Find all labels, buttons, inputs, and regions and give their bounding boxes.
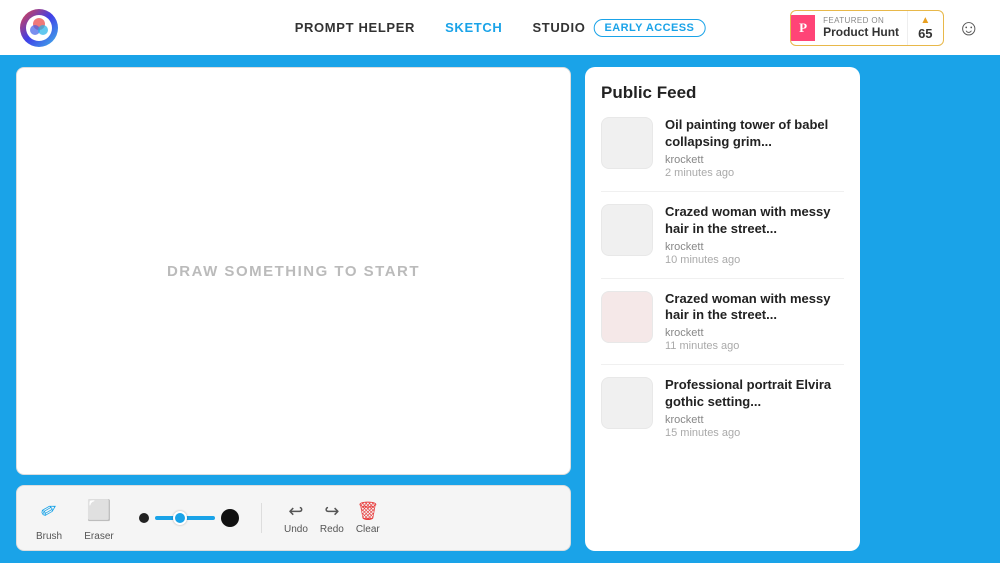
feed-divider-0 xyxy=(601,191,844,192)
feed-author-2: krockett xyxy=(665,327,844,339)
feed-thumb-1 xyxy=(601,204,653,256)
feed-time-3: 15 minutes ago xyxy=(665,427,844,439)
nav-prompt-helper[interactable]: PROMPT HELPER xyxy=(295,20,415,35)
feed-item-title-0: Oil painting tower of babel collapsing g… xyxy=(665,117,844,151)
brush-tool[interactable]: ✏ Brush xyxy=(33,494,65,542)
user-icon[interactable]: ☺ xyxy=(958,15,980,41)
feed-time-0: 2 minutes ago xyxy=(665,167,844,179)
eraser-icon: ⬜ xyxy=(87,498,112,523)
eraser-icon-wrap: ⬜ xyxy=(83,494,115,526)
drawing-canvas[interactable]: DRAW SOMETHING TO START xyxy=(16,67,571,475)
feed-item-title-1: Crazed woman with messy hair in the stre… xyxy=(665,204,844,238)
main-nav: PROMPT HELPER SKETCH STUDIO EARLY ACCESS xyxy=(295,19,706,37)
ph-arrow-icon: ▲ xyxy=(920,15,930,26)
toolbar-divider xyxy=(261,503,262,533)
ph-product-label: Product Hunt xyxy=(823,25,899,39)
redo-label: Redo xyxy=(320,524,344,535)
nav-sketch[interactable]: SKETCH xyxy=(445,20,502,35)
undo-label: Undo xyxy=(284,524,308,535)
size-large-dot xyxy=(221,509,239,527)
size-slider-track[interactable] xyxy=(155,516,215,520)
feed-time-1: 10 minutes ago xyxy=(665,254,844,266)
eraser-label: Eraser xyxy=(84,531,113,542)
feed-list: Oil painting tower of babel collapsing g… xyxy=(601,117,844,439)
feed-divider-2 xyxy=(601,364,844,365)
ph-logo: P xyxy=(791,15,815,41)
feed-item-title-3: Professional portrait Elvira gothic sett… xyxy=(665,377,844,411)
feed-author-1: krockett xyxy=(665,241,844,253)
feed-item-0[interactable]: Oil painting tower of babel collapsing g… xyxy=(601,117,844,179)
ph-p-letter: P xyxy=(799,20,807,36)
logo-icon xyxy=(20,9,58,47)
nav-studio[interactable]: STUDIO xyxy=(532,20,585,35)
left-panel: DRAW SOMETHING TO START ✏ Brush ⬜ Eraser xyxy=(16,67,571,551)
feed-info-1: Crazed woman with messy hair in the stre… xyxy=(665,204,844,266)
early-access-badge[interactable]: EARLY ACCESS xyxy=(593,19,705,37)
feed-thumb-0 xyxy=(601,117,653,169)
right-panel: Public Feed Oil painting tower of babel … xyxy=(585,67,860,551)
clear-button[interactable]: 🗑 Clear xyxy=(356,501,380,535)
feed-item-title-2: Crazed woman with messy hair in the stre… xyxy=(665,291,844,325)
feed-info-2: Crazed woman with messy hair in the stre… xyxy=(665,291,844,353)
nav-studio-group: STUDIO EARLY ACCESS xyxy=(532,19,705,37)
eraser-tool[interactable]: ⬜ Eraser xyxy=(83,494,115,542)
ph-text: FEATURED ON Product Hunt xyxy=(815,13,907,42)
ph-count-area: ▲ 65 xyxy=(907,11,942,45)
ph-vote-count: 65 xyxy=(918,26,932,41)
size-small-dot xyxy=(139,513,149,523)
feed-time-2: 11 minutes ago xyxy=(665,340,844,352)
undo-button[interactable]: ↩ Undo xyxy=(284,501,308,535)
public-feed-card: Public Feed Oil painting tower of babel … xyxy=(585,67,860,551)
undo-icon: ↩ xyxy=(288,501,303,522)
ph-featured-label: FEATURED ON xyxy=(823,16,884,25)
feed-item-3[interactable]: Professional portrait Elvira gothic sett… xyxy=(601,377,844,439)
redo-icon: ↪ xyxy=(324,501,339,522)
clear-label: Clear xyxy=(356,524,380,535)
main-content: DRAW SOMETHING TO START ✏ Brush ⬜ Eraser xyxy=(0,55,1000,563)
clear-icon: 🗑 xyxy=(356,501,379,522)
header: PROMPT HELPER SKETCH STUDIO EARLY ACCESS… xyxy=(0,0,1000,55)
logo-area[interactable] xyxy=(20,9,58,47)
feed-thumb-3 xyxy=(601,377,653,429)
brush-icon: ✏ xyxy=(35,495,62,525)
feed-info-0: Oil painting tower of babel collapsing g… xyxy=(665,117,844,179)
product-hunt-button[interactable]: P FEATURED ON Product Hunt ▲ 65 xyxy=(790,10,943,46)
size-slider-group xyxy=(139,509,239,527)
drawing-toolbar: ✏ Brush ⬜ Eraser ↩ xyxy=(16,485,571,551)
feed-thumb-2 xyxy=(601,291,653,343)
action-buttons-group: ↩ Undo ↪ Redo 🗑 Clear xyxy=(284,501,380,535)
feed-author-0: krockett xyxy=(665,154,844,166)
feed-title: Public Feed xyxy=(601,83,844,103)
size-slider-thumb[interactable] xyxy=(173,511,187,525)
feed-divider-1 xyxy=(601,278,844,279)
redo-button[interactable]: ↪ Redo xyxy=(320,501,344,535)
brush-icon-wrap: ✏ xyxy=(33,494,65,526)
canvas-placeholder-text: DRAW SOMETHING TO START xyxy=(167,263,420,280)
feed-item-2[interactable]: Crazed woman with messy hair in the stre… xyxy=(601,291,844,353)
feed-info-3: Professional portrait Elvira gothic sett… xyxy=(665,377,844,439)
feed-item-1[interactable]: Crazed woman with messy hair in the stre… xyxy=(601,204,844,266)
feed-author-3: krockett xyxy=(665,414,844,426)
brush-label: Brush xyxy=(36,531,62,542)
